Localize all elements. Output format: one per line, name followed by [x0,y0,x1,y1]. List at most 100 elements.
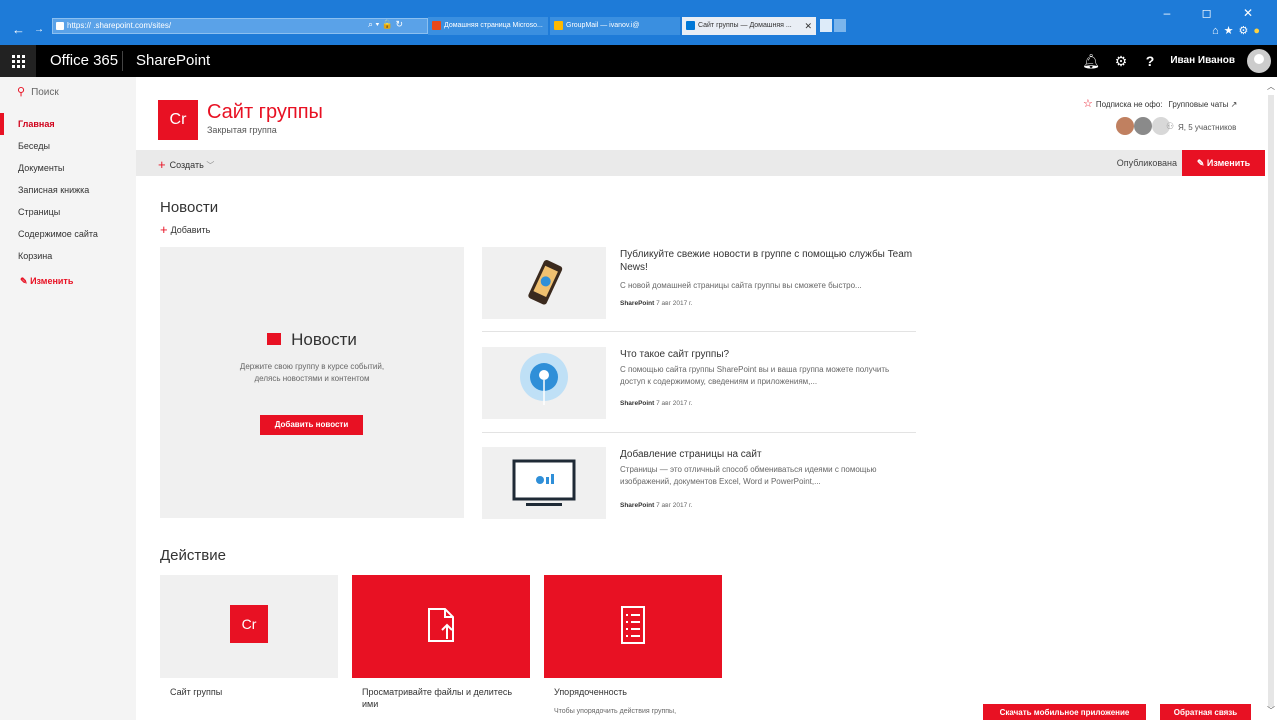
add-news-button[interactable]: Добавить новости [260,415,363,435]
news-item[interactable]: Добавление страницы на сайт Страницы — э… [482,447,916,519]
page-scrollbar[interactable]: ︿ ﹀ [1265,77,1277,720]
new-tab-icon[interactable] [820,19,832,32]
tab-office[interactable]: Домашняя страница Microso... [428,17,548,35]
news-title[interactable]: Публикуйте свежие новости в группе с пом… [620,248,915,274]
site-logo[interactable]: Cr [158,100,198,140]
office365-brand[interactable]: Office 365 [50,52,118,69]
news-date: 7 авг 2017 г. [656,502,693,509]
person-icon: ⚇ [1166,121,1175,131]
news-author: SharePoint [620,502,655,509]
divider [482,331,916,332]
news-item[interactable]: Публикуйте свежие новости в группе с пом… [482,247,916,319]
suite-divider [122,51,123,71]
news-description: Страницы — это отличный способ обмениват… [620,465,877,486]
activity-card-files[interactable]: Просматривайте файлы и делитесь ими [352,575,530,720]
member-avatar[interactable] [1134,117,1152,135]
activity-card-organize[interactable]: Упорядоченность Чтобы упорядочить действ… [544,575,722,720]
settings-gear-icon[interactable]: ⚙ [1238,25,1253,37]
news-meta: SharePoint 7 авг 2017 г. [620,400,692,407]
members-count[interactable]: Я, 5 участников [1178,123,1236,132]
news-title[interactable]: Добавление страницы на сайт [620,448,915,461]
page-status: Опубликована [1116,158,1177,168]
tab-groupmail[interactable]: GroupMail — ivanov.i@ [550,17,680,35]
news-meta: SharePoint 7 авг 2017 г. [620,300,692,307]
app-launcher-icon[interactable] [0,45,36,77]
sharepoint-favicon-icon [686,21,695,30]
notification-bell-icon[interactable]: 🔔︎ [1076,45,1106,77]
nav-item-site-contents[interactable]: Содержимое сайта [18,229,98,239]
mail-favicon-icon [554,21,563,30]
command-bar: + Создать ﹀ Опубликована [136,150,1265,176]
user-name[interactable]: Иван Иванов [1170,55,1235,66]
settings-gear-icon[interactable]: ⚙ [1106,45,1136,77]
activity-card-site[interactable]: Cr Сайт группы [160,575,338,720]
site-title[interactable]: Сайт группы [207,101,323,124]
edit-page-button[interactable]: ✎ Изменить [1182,150,1265,176]
nav-item-notebook[interactable]: Записная книжка [18,185,89,195]
follow-link[interactable]: Подписка не офо: [1096,100,1163,109]
user-avatar[interactable] [1247,49,1271,73]
site-logo-tile: Cr [230,605,268,643]
sharepoint-brand[interactable]: SharePoint [136,52,210,69]
card-preview [544,575,722,678]
tab-list-icon[interactable] [834,19,846,32]
group-chats-link[interactable]: Групповые чаты ↗ [1169,100,1238,109]
card-label[interactable]: Сайт группы [170,686,330,698]
file-upload-icon [428,608,454,642]
download-mobile-app-button[interactable]: Скачать мобильное приложение [983,704,1146,720]
add-news-link[interactable]: + Добавить [160,222,210,237]
home-icon[interactable]: ⌂ [1212,25,1224,37]
smiley-icon[interactable]: ● [1253,25,1265,37]
nav-edit-link[interactable]: ✎ Изменить [20,276,73,287]
hero-description: Держите свою группу в курсе событий, дел… [239,362,385,383]
chevron-down-icon: ﹀ [206,161,215,170]
news-thumbnail[interactable] [482,447,606,519]
tab-close-icon[interactable]: ✕ [804,17,812,35]
scroll-down-icon[interactable]: ﹀ [1265,705,1277,716]
forward-arrow-icon[interactable]: → [34,24,44,35]
news-author: SharePoint [620,400,655,407]
pencil-icon: ✎ [20,276,28,286]
news-title[interactable]: Что такое сайт группы? [620,348,915,361]
news-thumbnail[interactable] [482,347,606,419]
news-item[interactable]: Что такое сайт группы? С помощью сайта г… [482,347,916,419]
news-description: С новой домашней страницы сайта группы в… [620,281,862,290]
nav-item-documents[interactable]: Документы [18,163,64,173]
news-thumbnail[interactable] [482,247,606,319]
scroll-up-icon[interactable]: ︿ [1265,81,1277,92]
address-actions-icon[interactable]: ⌕ ▾ 🔒 ↻ [368,19,403,30]
hero-title-text: Новости [291,330,357,349]
card-preview [352,575,530,678]
card-description: Чтобы упорядочить действия группы, [554,708,677,715]
nav-item-recycle-bin[interactable]: Корзина [18,251,52,261]
feedback-button[interactable]: Обратная связь [1160,704,1251,720]
activity-heading: Действие [160,547,226,564]
back-arrow-icon[interactable]: ← [12,22,25,37]
card-label[interactable]: Просматривайте файлы и делитесь ими [362,686,522,710]
tab-label: Домашняя страница Microso... [444,22,543,29]
follow-star-icon[interactable]: ☆ [1083,98,1093,110]
tab-site[interactable]: Сайт группы — Домашняя ... ✕ [682,17,816,35]
browser-toolbar: ← → https:// .sharepoint.com/sites/ ⌕ ▾ … [0,0,1277,45]
news-description: С помощью сайта группы SharePoint вы и в… [620,365,890,386]
add-news-label: Добавить [170,225,211,235]
tab-label: GroupMail — ivanov.i@ [566,22,640,29]
create-button[interactable]: + Создать ﹀ [158,157,214,172]
news-heading: Новости [160,199,219,216]
news-date: 7 авг 2017 г. [656,400,693,407]
browser-toolbar-icons[interactable]: ⌂★⚙● [1212,24,1265,37]
edit-page-label: Изменить [1206,158,1251,168]
nav-search[interactable]: ⚲ Поиск [17,85,59,98]
url-text: https:// .sharepoint.com/sites/ [67,21,172,30]
site-privacy-label: Закрытая группа [207,125,277,135]
help-icon[interactable]: ? [1135,45,1165,77]
window-controls[interactable]: – ◻ ✕ [1164,6,1267,20]
nav-item-pages[interactable]: Страницы [18,207,60,217]
scroll-thumb[interactable] [1268,95,1274,707]
nav-item-home[interactable]: Главная [18,119,55,129]
card-label[interactable]: Упорядоченность [554,686,714,698]
nav-item-conversations[interactable]: Беседы [18,141,50,151]
hero-title: Новости [160,330,464,350]
favorites-star-icon[interactable]: ★ [1224,25,1239,37]
member-avatar[interactable] [1116,117,1134,135]
